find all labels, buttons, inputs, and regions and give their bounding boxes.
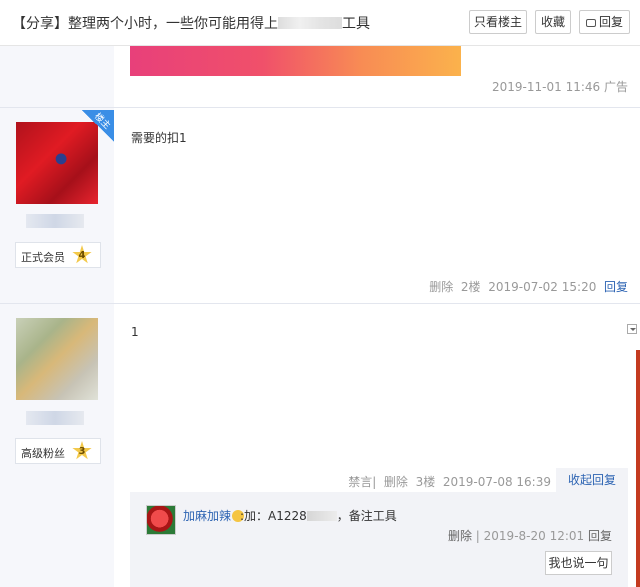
post-content: 需要的扣1 [131, 131, 187, 145]
member-level-label: 高级粉丝 [21, 447, 65, 460]
reply-delete-link[interactable]: 删除 [448, 529, 472, 543]
reply-username-text: 加麻加辣 [183, 509, 232, 523]
level-star-icon: 3 [72, 441, 92, 460]
post-time: 2019-07-02 15:20 [488, 280, 597, 294]
reply-button-label: 回复 [598, 15, 623, 29]
post-divider [0, 303, 640, 304]
number-redacted [306, 511, 337, 521]
member-badge[interactable]: 正式会员 4 [15, 242, 101, 268]
member-level-label: 正式会员 [21, 251, 65, 264]
owner-tag: 楼主 [82, 110, 114, 142]
level-star-icon: 4 [72, 245, 92, 264]
owner-tag-label: 楼主 [92, 111, 112, 132]
member-badge[interactable]: 高级粉丝 3 [15, 438, 101, 464]
post-time: 2019-07-08 16:39 [442, 475, 551, 489]
only-owner-button[interactable]: 只看楼主 [469, 10, 527, 34]
username-redacted[interactable] [26, 214, 84, 228]
say-something-button[interactable]: 我也说一句 [545, 551, 612, 575]
page-title: 【分享】整理两个小时，一些你可能用得上 工具 [12, 13, 370, 33]
reply-username[interactable]: 加麻加辣 [183, 507, 245, 524]
reply-time: 2019-8-20 12:01 [483, 529, 585, 543]
reply-meta: 删除 | 2019-8-20 12:01 回复 [448, 527, 612, 544]
favorite-button[interactable]: 收藏 [535, 10, 571, 34]
floor-number: 2楼 [460, 280, 481, 294]
post-divider [0, 107, 640, 108]
reply-text: :加：A1228 ，备注工具 [240, 507, 397, 524]
collapse-replies-tab[interactable]: 收起回复 [556, 468, 628, 492]
reply-text-prefix: :加：A1228 [240, 509, 307, 523]
ad-label: 广告 [603, 80, 628, 94]
side-decoration [636, 350, 640, 587]
post-meta: 删除 2楼 2019-07-02 15:20 回复 [429, 278, 628, 295]
comment-icon [585, 19, 596, 27]
separator: | [372, 475, 377, 489]
post-content: 1 [131, 325, 139, 339]
floor-number: 3楼 [415, 475, 436, 489]
ad-meta: 2019-11-01 11:46 广告 [492, 78, 628, 95]
title-redacted-block [278, 17, 342, 29]
avatar[interactable] [16, 318, 98, 400]
ad-banner-image[interactable] [130, 46, 461, 76]
post-meta: 禁言| 删除 3楼 2019-07-08 16:39 [348, 473, 551, 490]
reply-reply-link[interactable]: 回复 [588, 529, 612, 543]
reply-button[interactable]: 回复 [579, 10, 630, 34]
post-header: 【分享】整理两个小时，一些你可能用得上 工具 只看楼主 收藏 回复 [0, 0, 640, 46]
separator: | [475, 529, 480, 543]
reply-text-suffix: ，备注工具 [336, 509, 397, 523]
reply-link[interactable]: 回复 [604, 280, 628, 294]
username-redacted[interactable] [26, 411, 84, 425]
reply-user-avatar[interactable] [146, 505, 176, 535]
title-text-suffix: 工具 [342, 16, 370, 32]
delete-link[interactable]: 删除 [429, 280, 453, 294]
ban-link[interactable]: 禁言 [348, 475, 372, 489]
dropdown-arrow-icon[interactable] [627, 324, 637, 334]
title-text-prefix: 【分享】整理两个小时，一些你可能用得上 [12, 16, 278, 32]
delete-link[interactable]: 删除 [384, 475, 408, 489]
ad-time: 2019-11-01 11:46 [492, 80, 601, 94]
